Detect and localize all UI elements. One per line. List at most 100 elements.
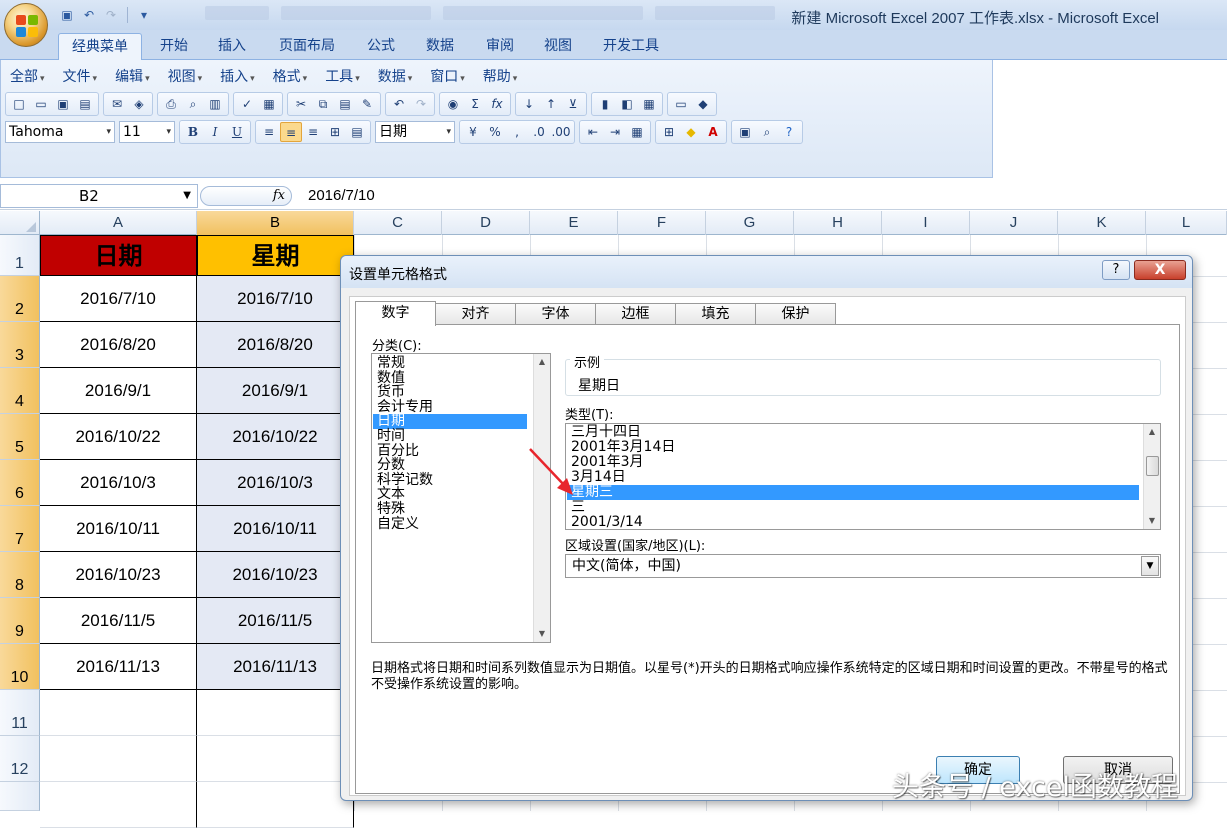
- cell-b8[interactable]: 2016/10/23: [197, 552, 354, 598]
- category-scrollbar[interactable]: ▲ ▼: [533, 354, 550, 642]
- paste-icon[interactable]: ▤: [334, 94, 356, 114]
- tab-classic-menu[interactable]: 经典菜单: [58, 33, 142, 60]
- type-item[interactable]: 星期三: [567, 485, 1139, 500]
- italic-icon[interactable]: I: [204, 122, 226, 142]
- menu-data[interactable]: 数据 ▾: [369, 66, 422, 88]
- cell-b3[interactable]: 2016/8/20: [197, 322, 354, 368]
- menu-tools[interactable]: 工具 ▾: [316, 66, 369, 88]
- row-header-8[interactable]: 8: [0, 552, 40, 598]
- close-button[interactable]: X: [1134, 260, 1186, 280]
- column-header-k[interactable]: K: [1058, 211, 1146, 235]
- row-header-7[interactable]: 7: [0, 506, 40, 552]
- row-header-2[interactable]: 2: [0, 276, 40, 322]
- column-header-h[interactable]: H: [794, 211, 882, 235]
- permission-icon[interactable]: ▤: [74, 94, 96, 114]
- type-item[interactable]: 2001/3/14: [567, 515, 1139, 530]
- align-left-icon[interactable]: ≡: [258, 122, 280, 142]
- column-header-a[interactable]: A: [40, 211, 197, 235]
- insert-function-icon[interactable]: fx: [486, 94, 508, 114]
- decrease-indent-icon[interactable]: ⇤: [582, 122, 604, 142]
- column-header-c[interactable]: C: [354, 211, 442, 235]
- currency-icon[interactable]: ¥: [462, 122, 484, 142]
- row-header-9[interactable]: 9: [0, 598, 40, 644]
- font-color-icon[interactable]: A: [702, 122, 724, 142]
- tab-formulas[interactable]: 公式: [356, 33, 406, 60]
- cell-a8[interactable]: 2016/10/23: [40, 552, 197, 598]
- underline-icon[interactable]: U: [226, 122, 248, 142]
- cell-b5[interactable]: 2016/10/22: [197, 414, 354, 460]
- print-preview-icon[interactable]: ⌕: [182, 94, 204, 114]
- cell-b1-header[interactable]: 星期: [197, 235, 354, 276]
- category-item[interactable]: 时间: [373, 429, 527, 444]
- menu-file[interactable]: 文件 ▾: [54, 66, 107, 88]
- help-icon[interactable]: ?: [778, 122, 800, 142]
- sort-descending-icon[interactable]: ↑: [540, 94, 562, 114]
- tab-data[interactable]: 数据: [414, 33, 466, 60]
- format-painter-icon[interactable]: ✎: [356, 94, 378, 114]
- pivot-icon[interactable]: ◧: [616, 94, 638, 114]
- border-style-icon[interactable]: ▦: [626, 122, 648, 142]
- copy-icon[interactable]: ⧉: [312, 94, 334, 114]
- font-size-combo[interactable]: 11 ▾: [119, 121, 175, 143]
- column-header-f[interactable]: F: [618, 211, 706, 235]
- bold-icon[interactable]: B: [182, 122, 204, 142]
- research-icon[interactable]: ◈: [128, 94, 150, 114]
- tab-insert[interactable]: 插入: [206, 33, 258, 60]
- styles-icon[interactable]: ▣: [734, 122, 756, 142]
- scroll-down-icon[interactable]: ▼: [1144, 513, 1160, 529]
- row-header-5[interactable]: 5: [0, 414, 40, 460]
- row-header-11[interactable]: 11: [0, 690, 40, 736]
- category-item[interactable]: 货币: [373, 385, 527, 400]
- increase-decimal-icon[interactable]: .0: [528, 122, 550, 142]
- fill-color-icon[interactable]: ◆: [680, 122, 702, 142]
- table-icon[interactable]: ▦: [638, 94, 660, 114]
- save-icon[interactable]: ▣: [52, 94, 74, 114]
- tab-developer[interactable]: 开发工具: [592, 33, 670, 60]
- column-header-b[interactable]: B: [197, 211, 354, 235]
- tab-view[interactable]: 视图: [532, 33, 584, 60]
- autosum-icon[interactable]: Σ: [464, 94, 486, 114]
- cell-b4[interactable]: 2016/9/1: [197, 368, 354, 414]
- tab-font[interactable]: 字体: [515, 303, 596, 325]
- tab-review[interactable]: 审阅: [474, 33, 526, 60]
- comma-icon[interactable]: ,: [506, 122, 528, 142]
- menu-all[interactable]: 全部 ▾: [1, 66, 54, 88]
- find-icon[interactable]: ⌕: [756, 122, 778, 142]
- percent-icon[interactable]: %: [484, 122, 506, 142]
- help-button[interactable]: ?: [1102, 260, 1130, 280]
- email-icon[interactable]: ✉: [106, 94, 128, 114]
- cell-b2[interactable]: 2016/7/10: [197, 276, 354, 322]
- folder-icon[interactable]: ▭: [670, 94, 692, 114]
- cell-a12[interactable]: [40, 736, 197, 782]
- customize-qat-icon[interactable]: ▾: [135, 7, 153, 23]
- cell-a6[interactable]: 2016/10/3: [40, 460, 197, 506]
- formula-controls[interactable]: fx: [200, 186, 292, 206]
- cell-a1-header[interactable]: 日期: [40, 235, 197, 276]
- row-header-12[interactable]: 12: [0, 736, 40, 782]
- tab-home[interactable]: 开始: [148, 33, 200, 60]
- cell-b13[interactable]: [197, 782, 354, 828]
- category-item[interactable]: 特殊: [373, 502, 527, 517]
- column-header-i[interactable]: I: [882, 211, 970, 235]
- cell-a5[interactable]: 2016/10/22: [40, 414, 197, 460]
- menu-help[interactable]: 帮助 ▾: [474, 66, 527, 88]
- cell-a7[interactable]: 2016/10/11: [40, 506, 197, 552]
- name-box[interactable]: B2 ▼: [0, 184, 198, 208]
- cell-a13[interactable]: [40, 782, 197, 828]
- undo-icon[interactable]: ↶: [80, 7, 98, 23]
- type-item[interactable]: 2001年3月14日: [567, 440, 1139, 455]
- undo-icon[interactable]: ↶: [388, 94, 410, 114]
- tab-border[interactable]: 边框: [595, 303, 676, 325]
- filter-icon[interactable]: ⊻: [562, 94, 584, 114]
- merge-center-icon[interactable]: ⊞: [324, 122, 346, 142]
- macro-icon[interactable]: ◆: [692, 94, 714, 114]
- tab-protection[interactable]: 保护: [755, 303, 836, 325]
- cell-b10[interactable]: 2016/11/13: [197, 644, 354, 690]
- column-header-d[interactable]: D: [442, 211, 530, 235]
- row-header-6[interactable]: 6: [0, 460, 40, 506]
- formula-input[interactable]: 2016/7/10: [308, 185, 375, 207]
- insert-function-icon[interactable]: fx: [273, 188, 285, 203]
- chevron-down-icon[interactable]: ▼: [1141, 556, 1159, 576]
- cell-b9[interactable]: 2016/11/5: [197, 598, 354, 644]
- redo-icon[interactable]: ↷: [410, 94, 432, 114]
